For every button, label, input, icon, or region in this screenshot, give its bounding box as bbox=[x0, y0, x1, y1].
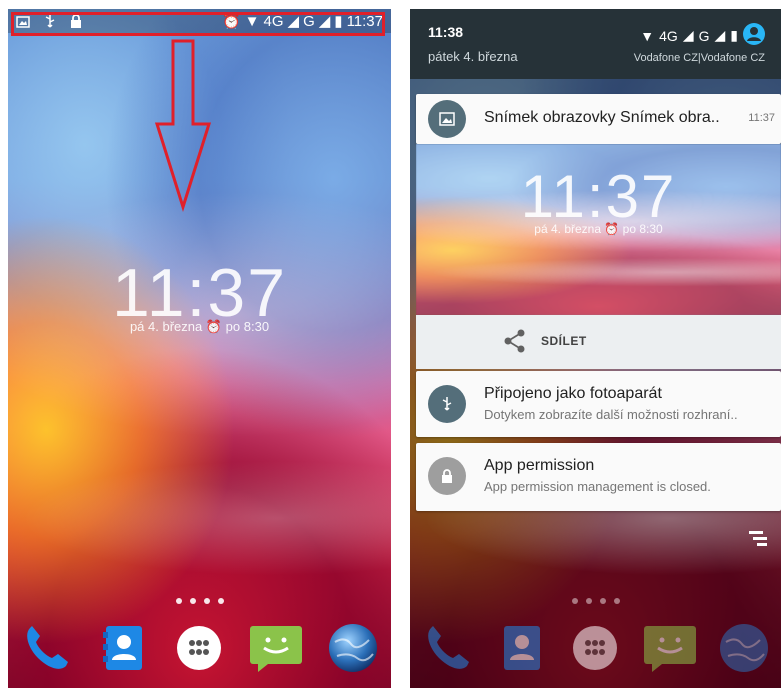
messages-icon[interactable] bbox=[247, 619, 305, 677]
signal-icon: ◢ bbox=[714, 27, 726, 43]
preview-date-line: pá 4. března ⏰ po 8:30 bbox=[416, 222, 781, 236]
apps-icon bbox=[566, 619, 624, 677]
screenshot-preview[interactable]: 11:37 pá 4. března ⏰ po 8:30 bbox=[416, 144, 781, 315]
notification-title: App permission bbox=[484, 457, 595, 474]
lock-date: pá 4. března bbox=[129, 319, 203, 334]
notification-text: App permission management is closed. bbox=[484, 479, 711, 494]
highlight-box bbox=[11, 12, 385, 36]
browser-icon bbox=[715, 619, 773, 677]
wifi-icon: ▼ bbox=[640, 27, 655, 44]
notification-title: Snímek obrazovky Snímek obra.. bbox=[484, 109, 720, 126]
usb-icon bbox=[428, 385, 466, 423]
lock-date-line: pá 4. března ⏰ po 8:30 bbox=[8, 319, 391, 335]
share-label: SDÍLET bbox=[541, 334, 587, 348]
browser-icon[interactable] bbox=[324, 619, 382, 677]
usb-notification[interactable]: Připojeno jako fotoaparát Dotykem zobraz… bbox=[416, 371, 781, 437]
share-icon bbox=[504, 329, 526, 358]
notification-shade-phone: 11:38 pátek 4. března ▼ 4G ◢ G ◢ ▮ Vodaf… bbox=[410, 9, 781, 688]
pull-down-arrow bbox=[153, 39, 213, 219]
carrier-label: Vodafone CZ|Vodafone CZ bbox=[633, 52, 765, 64]
shade-header: 11:38 pátek 4. března ▼ 4G ◢ G ◢ ▮ Vodaf… bbox=[410, 9, 781, 79]
phone-icon[interactable] bbox=[17, 619, 75, 677]
network-type-1: 4G bbox=[659, 27, 678, 44]
shade-date: pátek 4. března bbox=[428, 49, 518, 64]
apps-icon[interactable] bbox=[170, 619, 228, 677]
signal-icon: ◢ bbox=[682, 27, 694, 43]
contacts-icon[interactable] bbox=[94, 619, 152, 677]
messages-icon bbox=[641, 619, 699, 677]
battery-icon: ▮ bbox=[730, 27, 738, 43]
lock-alarm: po 8:30 bbox=[225, 319, 270, 334]
contacts-icon bbox=[492, 619, 550, 677]
clear-all-icon[interactable] bbox=[747, 529, 769, 554]
share-button[interactable]: SDÍLET bbox=[416, 315, 781, 369]
screenshot-notification[interactable]: Snímek obrazovky Snímek obra.. 11:37 bbox=[416, 94, 781, 144]
lock-icon bbox=[428, 457, 466, 495]
alarm-icon: ⏰ bbox=[604, 222, 623, 236]
network-type-2: G bbox=[698, 27, 710, 44]
preview-alarm: po 8:30 bbox=[622, 222, 663, 236]
app-permission-notification[interactable]: App permission App permission management… bbox=[416, 443, 781, 511]
dock bbox=[8, 619, 391, 677]
notification-text: Dotykem zobrazíte další možnosti rozhran… bbox=[484, 407, 738, 422]
preview-clock: 11:37 bbox=[520, 163, 677, 230]
shade-time: 11:38 bbox=[428, 24, 464, 40]
screenshot-icon bbox=[428, 100, 466, 138]
notification-time: 11:37 bbox=[748, 112, 775, 124]
lockscreen-phone: ⏰ ▼ 4G ◢ G ◢ ▮ 11:37 11:37 pá 4. března … bbox=[8, 9, 391, 688]
alarm-icon: ⏰ bbox=[205, 319, 226, 334]
notification-title: Připojeno jako fotoaparát bbox=[484, 385, 662, 402]
page-indicator bbox=[8, 591, 391, 609]
user-avatar-icon[interactable] bbox=[743, 23, 765, 48]
preview-date: pá 4. března bbox=[534, 222, 602, 236]
phone-icon bbox=[418, 619, 476, 677]
dock bbox=[410, 619, 781, 677]
page-indicator bbox=[410, 591, 781, 609]
